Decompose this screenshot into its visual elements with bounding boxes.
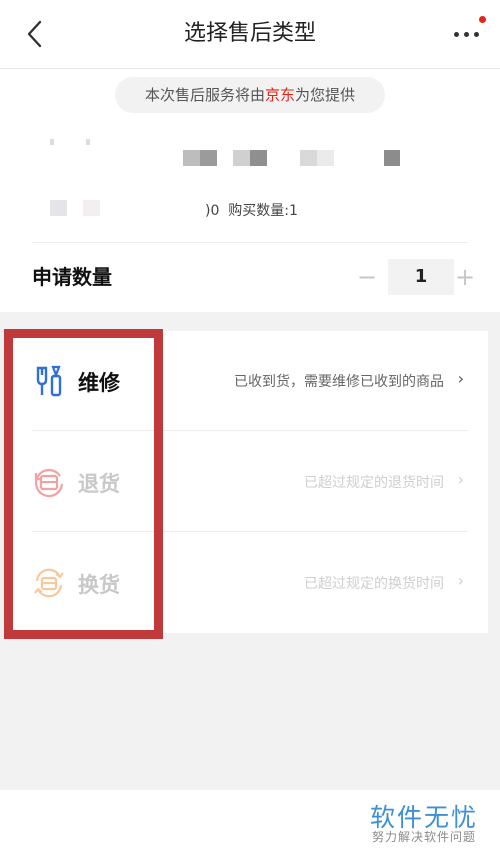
service-type-description: 已收到货，需要维修已收到的商品 — [234, 374, 444, 390]
increase-button[interactable]: + — [450, 259, 480, 295]
service-type-label: 退货 — [78, 472, 120, 496]
decrease-button[interactable]: − — [352, 259, 382, 295]
purchase-qty-label: 购买数量:1 — [228, 203, 298, 219]
notice-provider: 京东 — [264, 86, 295, 104]
notice-suffix: 为您提供 — [295, 86, 356, 104]
product-name-mosaic — [384, 150, 400, 166]
service-provider-notice: 本次售后服务将由京东为您提供 — [115, 77, 385, 113]
product-name-mosaic — [250, 150, 267, 166]
chevron-right-icon: › — [457, 571, 464, 590]
product-spec-mosaic — [50, 200, 67, 216]
return-icon — [34, 468, 64, 498]
product-name-mosaic — [300, 150, 317, 166]
product-name-mosaic — [317, 150, 334, 166]
product-name-mosaic — [233, 150, 250, 166]
quantity-stepper: − 1 + — [352, 259, 475, 295]
more-dots-icon — [453, 31, 479, 37]
divider — [32, 531, 468, 532]
product-spec-mosaic — [83, 200, 100, 216]
notice-prefix: 本次售后服务将由 — [144, 86, 265, 104]
chevron-right-icon: › — [457, 470, 464, 489]
notification-dot — [479, 16, 486, 23]
service-type-exchange[interactable]: 换货 已超过规定的换货时间 › — [12, 533, 488, 633]
product-image-mosaic — [86, 139, 90, 145]
divider — [32, 430, 468, 431]
wrench-icon — [36, 365, 62, 397]
bottom-bar: 软件无忧 努力解决软件问题 — [0, 790, 500, 854]
service-type-repair[interactable]: 维修 已收到货，需要维修已收到的商品 › — [12, 331, 488, 431]
top-bar: 选择售后类型 — [0, 0, 500, 69]
apply-quantity-label: 申请数量 — [32, 265, 112, 289]
service-type-description: 已超过规定的换货时间 — [304, 576, 444, 592]
service-type-label: 维修 — [78, 371, 120, 395]
product-image-mosaic — [50, 139, 54, 145]
product-section: 本次售后服务将由京东为您提供 )0 购买数量:1 申请数量 − 1 + — [0, 69, 500, 312]
quantity-fragment: )0 — [205, 203, 220, 219]
service-type-description: 已超过规定的退货时间 — [304, 475, 444, 491]
service-type-label: 换货 — [78, 573, 120, 597]
service-type-return[interactable]: 退货 已超过规定的退货时间 › — [12, 432, 488, 532]
chevron-right-icon: › — [457, 369, 464, 388]
watermark-subtitle: 努力解决软件问题 — [371, 830, 476, 844]
divider — [32, 242, 468, 243]
product-name-mosaic — [200, 150, 217, 166]
exchange-icon — [34, 568, 64, 598]
product-name-mosaic — [183, 150, 200, 166]
quantity-value[interactable]: 1 — [388, 259, 454, 295]
purchase-quantity: )0 购买数量:1 — [205, 200, 298, 220]
page-title: 选择售后类型 — [183, 21, 316, 46]
service-type-list: 维修 已收到货，需要维修已收到的商品 › 退货 已超过规定的退货时间 › 换货 … — [12, 331, 488, 633]
more-button[interactable] — [446, 18, 486, 50]
